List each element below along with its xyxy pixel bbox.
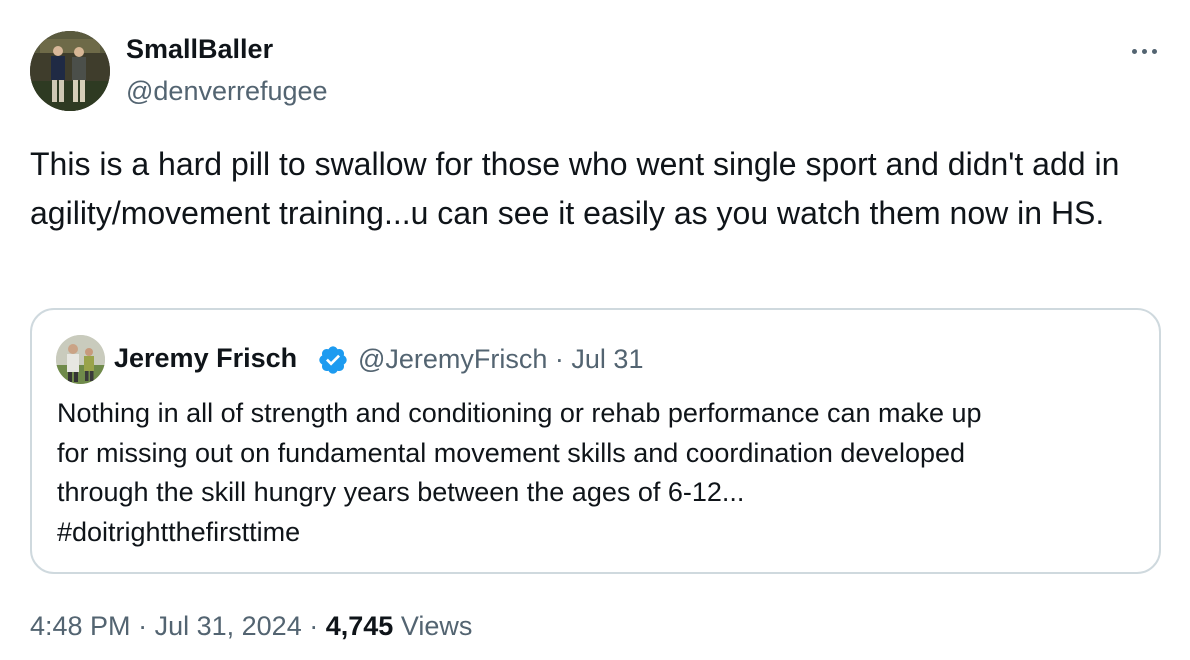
author-avatar-photo [30, 31, 110, 111]
tweet-time[interactable]: 4:48 PM [30, 611, 131, 641]
quoted-text-line: for missing out on fundamental movement … [57, 437, 966, 468]
quoted-author-name[interactable]: Jeremy Frisch [114, 343, 297, 374]
quoted-author-avatar-photo [56, 335, 105, 384]
quoted-text-line: Nothing in all of strength and condition… [57, 398, 982, 428]
more-options-button[interactable] [1124, 36, 1164, 66]
quoted-author-avatar[interactable] [56, 335, 105, 384]
hashtag-link[interactable]: #doitrightthefirsttime [57, 517, 300, 547]
more-dot [1151, 48, 1157, 54]
author-avatar[interactable] [30, 31, 110, 111]
views-count: 4,745 [325, 611, 394, 641]
tweet: SmallBaller @denverrefugee This is a har… [0, 0, 1190, 660]
more-dot [1141, 48, 1147, 54]
more-horizontal-icon [1131, 48, 1137, 54]
meta-separator: · [138, 611, 148, 641]
tweet-meta: 4:48 PM · Jul 31, 2024 · 4,745 Views [30, 611, 472, 642]
meta-separator: · [309, 611, 319, 641]
author-handle[interactable]: @denverrefugee [126, 76, 328, 107]
quoted-tweet[interactable]: Jeremy Frisch @JeremyFrisch · Jul 31 Not… [30, 308, 1161, 574]
quoted-tweet-text: Nothing in all of strength and condition… [57, 394, 1137, 552]
author-name[interactable]: SmallBaller [126, 34, 273, 65]
tweet-text: This is a hard pill to swallow for those… [30, 146, 1129, 231]
quoted-handle-and-date[interactable]: @JeremyFrisch · Jul 31 [358, 344, 643, 375]
quoted-text-line: through the skill hungry years between t… [57, 477, 745, 507]
tweet-date[interactable]: Jul 31, 2024 [155, 611, 302, 641]
views-label: Views [400, 611, 473, 641]
verified-badge-icon [319, 346, 347, 374]
